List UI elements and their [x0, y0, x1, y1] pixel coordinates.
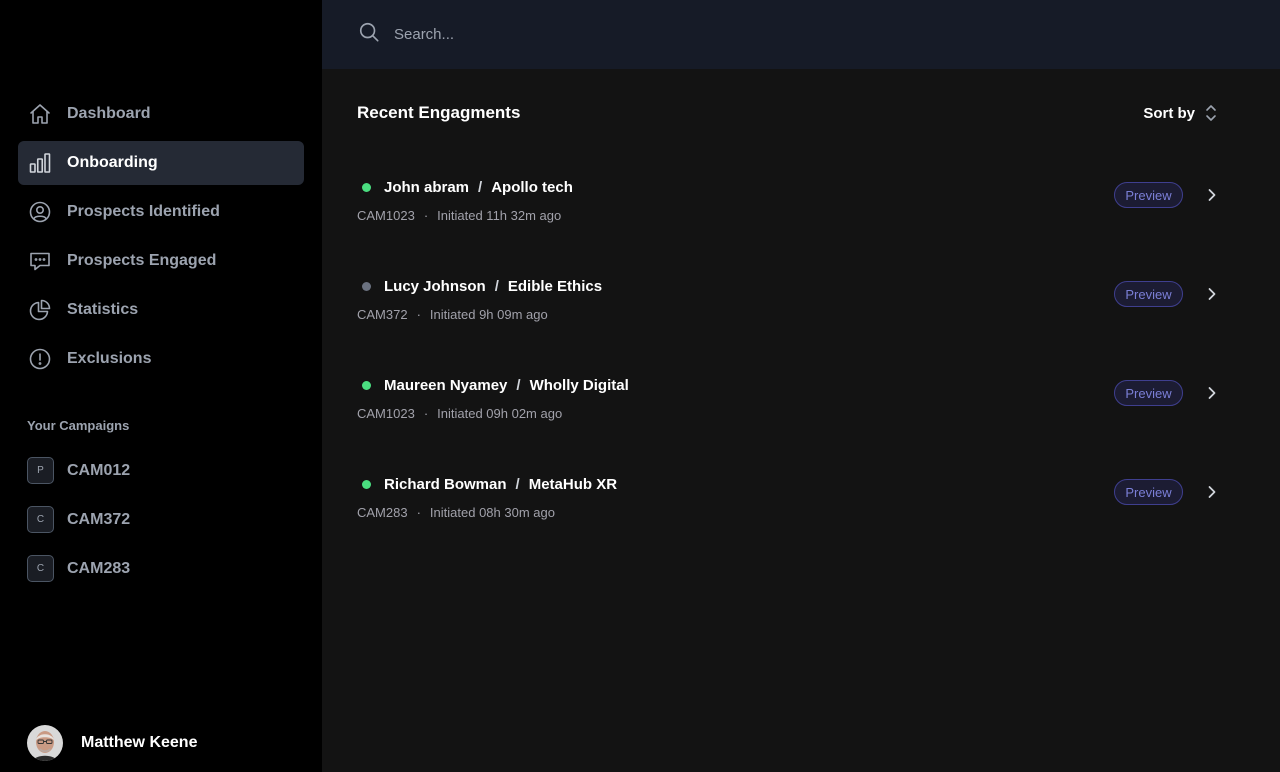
sidebar-item-label: Prospects Identified — [67, 203, 220, 220]
top-search-bar — [322, 0, 1280, 69]
engagement-company: MetaHub XR — [528, 475, 618, 493]
sort-label: Sort by — [1143, 104, 1195, 122]
sidebar-item-label: Prospects Engaged — [67, 252, 217, 269]
campaign-badge: C — [27, 506, 54, 533]
user-circle-icon — [28, 200, 52, 224]
sidebar-item-statistics[interactable]: Statistics — [18, 288, 304, 332]
sidebar-item-label: Dashboard — [67, 105, 151, 122]
sidebar-nav: Dashboard Onboarding Prospects Identifie… — [18, 92, 304, 386]
meta-separator: · — [423, 208, 429, 223]
engagement-name: Lucy Johnson — [384, 277, 486, 295]
initiated-time: Initiated 11h 32m ago — [437, 208, 562, 223]
initiated-time: Initiated 09h 02m ago — [437, 406, 563, 421]
preview-button[interactable]: Preview — [1114, 281, 1183, 307]
engagement-meta: CAM1023 · Initiated 09h 02m ago — [357, 406, 562, 421]
meta-separator: · — [416, 505, 421, 520]
campaign-item-cam283[interactable]: C CAM283 — [18, 544, 304, 593]
initiated-time: Initiated 08h 30m ago — [429, 505, 555, 520]
campaigns-section-title: Your Campaigns — [27, 418, 130, 433]
engagement-title: John abram / Apollo tech — [357, 177, 573, 197]
campaign-label: CAM283 — [67, 559, 131, 577]
campaign-code: CAM1023 — [357, 406, 415, 421]
user-profile[interactable]: Matthew Keene — [27, 725, 197, 761]
engagement-row[interactable]: Maureen Nyamey / Wholly Digital CAM1023 … — [357, 375, 1219, 455]
meta-separator: · — [416, 307, 421, 322]
alert-circle-icon — [28, 347, 52, 371]
campaign-code: CAM283 — [357, 505, 408, 520]
separator: / — [515, 475, 520, 493]
chevron-right-icon[interactable] — [1204, 483, 1220, 501]
campaign-item-cam372[interactable]: C CAM372 — [18, 495, 304, 544]
sort-chevrons-icon — [1206, 105, 1216, 121]
engagement-meta: CAM1023 · Initiated 11h 32m ago — [357, 208, 561, 223]
engagement-row[interactable]: Lucy Johnson / Edible Ethics CAM372 · In… — [357, 276, 1219, 356]
search-icon — [358, 21, 380, 48]
sidebar-item-label: Onboarding — [67, 154, 158, 171]
home-icon — [28, 102, 52, 126]
sidebar-item-label: Statistics — [67, 301, 139, 318]
chat-bubble-icon — [28, 249, 52, 273]
campaign-badge: P — [27, 457, 54, 484]
campaign-item-cam012[interactable]: P CAM012 — [18, 446, 304, 495]
status-dot — [362, 479, 371, 489]
engagement-name: John abram — [384, 178, 470, 196]
engagement-name: Richard Bowman — [384, 475, 507, 493]
engagement-company: Apollo tech — [491, 178, 573, 196]
engagement-title: Maureen Nyamey / Wholly Digital — [357, 375, 629, 395]
sidebar-item-prospects-engaged[interactable]: Prospects Engaged — [18, 239, 304, 283]
separator: / — [516, 376, 521, 394]
sidebar: Dashboard Onboarding Prospects Identifie… — [0, 0, 322, 772]
main-content: Recent Engagments Sort by John abram / A… — [322, 69, 1280, 772]
sidebar-item-label: Exclusions — [67, 350, 152, 367]
campaign-label: CAM372 — [67, 510, 131, 528]
pie-chart-icon — [28, 298, 52, 322]
status-dot — [362, 182, 371, 192]
sidebar-item-prospects-identified[interactable]: Prospects Identified — [18, 190, 304, 234]
campaigns-list: P CAM012 C CAM372 C CAM283 — [18, 446, 304, 593]
sidebar-item-exclusions[interactable]: Exclusions — [18, 337, 304, 381]
chevron-right-icon[interactable] — [1204, 285, 1220, 303]
chevron-right-icon[interactable] — [1204, 384, 1220, 402]
engagement-company: Wholly Digital — [529, 376, 629, 394]
engagement-row[interactable]: John abram / Apollo tech CAM1023 · Initi… — [357, 177, 1219, 257]
engagement-company: Edible Ethics — [507, 277, 603, 295]
separator: / — [478, 178, 483, 196]
sidebar-item-dashboard[interactable]: Dashboard — [18, 92, 304, 136]
campaign-badge: C — [27, 555, 54, 582]
initiated-time: Initiated 9h 09m ago — [429, 307, 548, 322]
search-input[interactable] — [394, 26, 894, 43]
campaign-code: CAM372 — [357, 307, 408, 322]
preview-button[interactable]: Preview — [1114, 182, 1183, 208]
preview-button[interactable]: Preview — [1114, 380, 1183, 406]
chevron-right-icon[interactable] — [1204, 186, 1220, 204]
status-dot — [362, 281, 371, 291]
sidebar-item-onboarding[interactable]: Onboarding — [18, 141, 304, 185]
engagement-title: Richard Bowman / MetaHub XR — [357, 474, 617, 494]
separator: / — [494, 277, 499, 295]
engagement-meta: CAM283 · Initiated 08h 30m ago — [357, 505, 555, 520]
user-name: Matthew Keene — [81, 734, 198, 751]
sort-by-button[interactable]: Sort by — [1143, 103, 1218, 123]
engagement-name: Maureen Nyamey — [384, 376, 508, 394]
status-dot — [362, 380, 371, 390]
campaign-label: CAM012 — [67, 461, 131, 479]
campaign-code: CAM1023 — [357, 208, 415, 223]
bar-chart-icon — [28, 151, 52, 175]
engagement-title: Lucy Johnson / Edible Ethics — [357, 276, 602, 296]
engagement-meta: CAM372 · Initiated 9h 09m ago — [357, 307, 548, 322]
meta-separator: · — [423, 406, 429, 421]
page-title: Recent Engagments — [357, 103, 521, 122]
preview-button[interactable]: Preview — [1114, 479, 1183, 505]
avatar — [27, 725, 63, 761]
engagement-row[interactable]: Richard Bowman / MetaHub XR CAM283 · Ini… — [357, 474, 1219, 554]
